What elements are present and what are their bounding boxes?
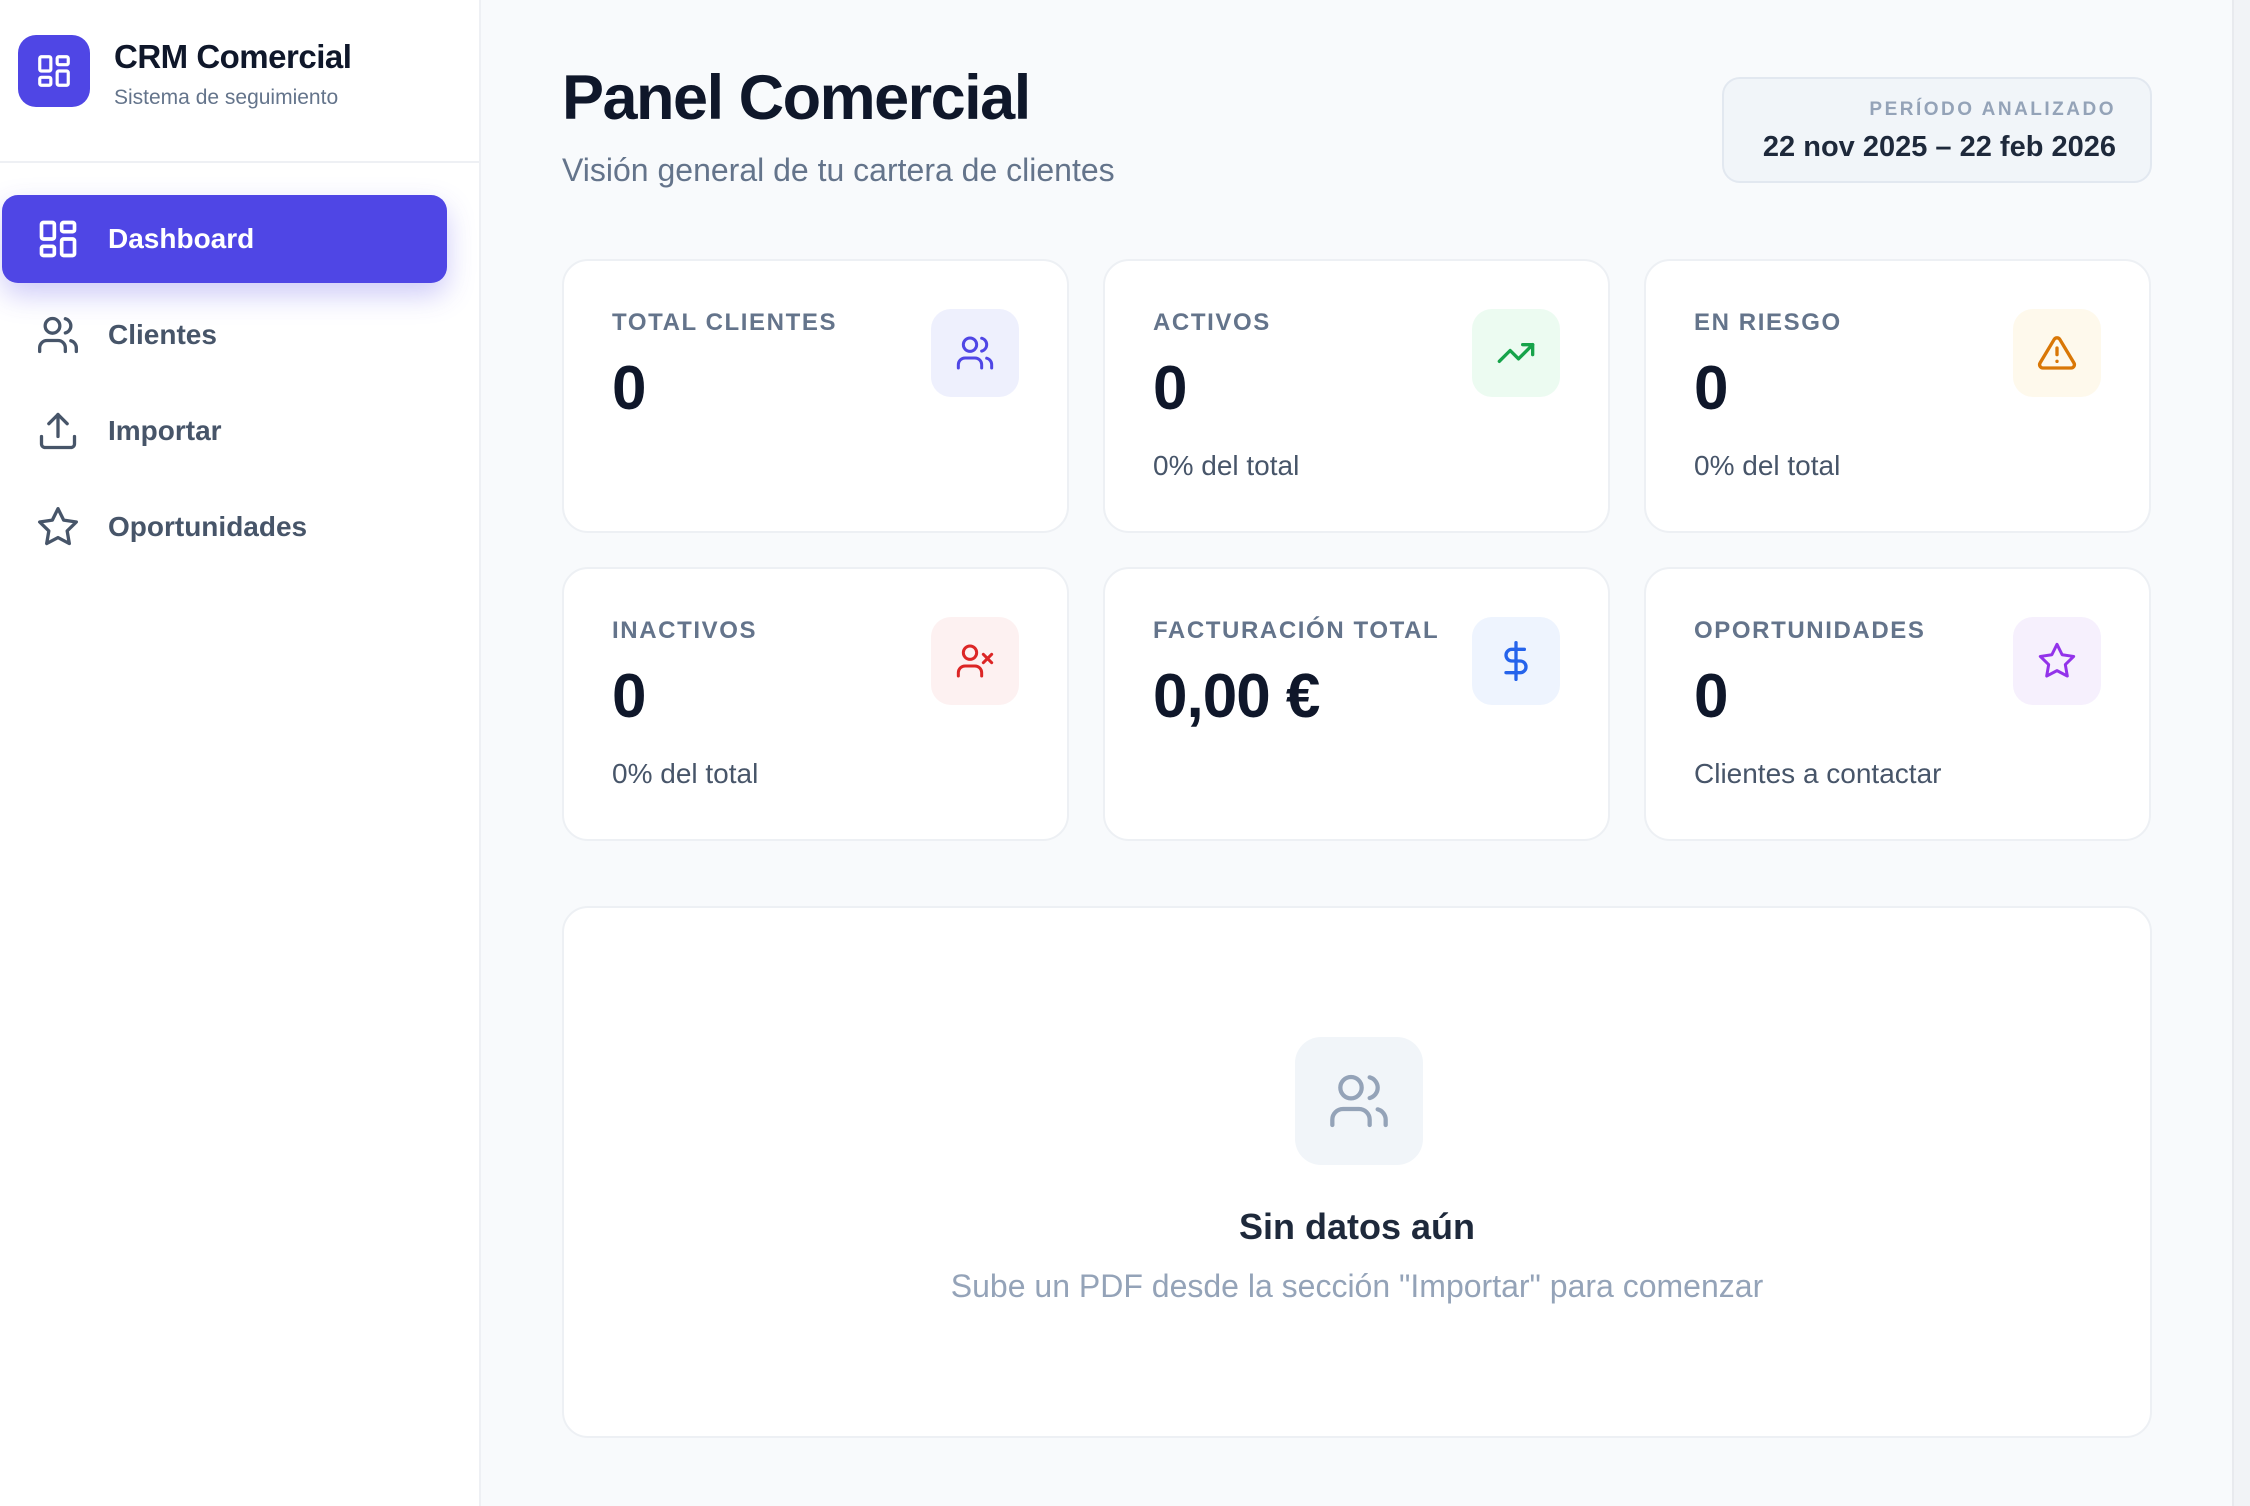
period-label: PERÍODO ANALIZADO	[1869, 99, 2116, 120]
dollar-icon	[1472, 617, 1560, 705]
page-title: Panel Comercial	[562, 63, 1031, 133]
empty-state-title: Sin datos aún	[1238, 1206, 1476, 1247]
sidebar-item-label: Oportunidades	[108, 511, 308, 542]
sidebar-item-label: Dashboard	[108, 223, 255, 254]
brand: CRM Comercial Sistema de seguimiento	[0, 0, 479, 163]
trending-up-icon	[1472, 309, 1560, 397]
users-icon	[36, 313, 80, 357]
users-icon	[1295, 1037, 1423, 1165]
brand-subtitle: Sistema de seguimiento	[114, 85, 339, 109]
users-icon	[931, 309, 1019, 397]
stat-card-oportunidades: OPORTUNIDADES 0 Clientes a contactar	[1644, 567, 2151, 841]
app: CRM Comercial Sistema de seguimiento Das…	[0, 0, 2250, 1506]
brand-text: CRM Comercial Sistema de seguimiento	[114, 37, 352, 110]
stat-card-total-clientes: TOTAL CLIENTES 0	[562, 259, 1069, 533]
sidebar-item-label: Clientes	[108, 319, 217, 350]
sidebar-item-importar[interactable]: Importar	[2, 387, 447, 475]
sidebar-item-oportunidades[interactable]: Oportunidades	[2, 483, 447, 571]
star-icon	[2013, 617, 2101, 705]
period-value: 22 nov 2025 – 22 feb 2026	[1762, 131, 2116, 163]
scrollbar[interactable]	[2232, 0, 2250, 1506]
user-x-icon	[931, 617, 1019, 705]
card-subtext: 0% del total	[1694, 450, 1841, 481]
period-badge: PERÍODO ANALIZADO 22 nov 2025 – 22 feb 2…	[1722, 77, 2152, 183]
upload-icon	[36, 409, 80, 453]
sidebar-item-dashboard[interactable]: Dashboard	[2, 195, 447, 283]
sidebar-item-label: Importar	[108, 415, 222, 446]
stat-card-facturacion: FACTURACIÓN TOTAL 0,00 €	[1103, 567, 1610, 841]
brand-title: CRM Comercial	[114, 37, 352, 75]
stat-card-inactivos: INACTIVOS 0 0% del total	[562, 567, 1069, 841]
brand-logo-icon	[18, 34, 90, 107]
card-subtext: Clientes a contactar	[1694, 758, 1942, 789]
empty-state-subtitle: Sube un PDF desde la sección "Importar" …	[950, 1268, 1764, 1304]
sidebar: CRM Comercial Sistema de seguimiento Das…	[0, 0, 481, 1506]
empty-state: Sin datos aún Sube un PDF desde la secci…	[562, 906, 2152, 1438]
page-subtitle: Visión general de tu cartera de clientes	[562, 152, 1115, 188]
card-subtext: 0% del total	[612, 758, 759, 789]
dashboard-icon	[36, 217, 80, 261]
page-header: Panel Comercial Visión general de tu car…	[562, 62, 1115, 189]
sidebar-item-clientes[interactable]: Clientes	[2, 291, 447, 379]
stat-card-en-riesgo: EN RIESGO 0 0% del total	[1644, 259, 2151, 533]
star-icon	[36, 505, 80, 549]
warning-icon	[2013, 309, 2101, 397]
stat-card-activos: ACTIVOS 0 0% del total	[1103, 259, 1610, 533]
card-subtext: 0% del total	[1153, 450, 1300, 481]
sidebar-nav: Dashboard Clientes Importar Oportunidade…	[0, 163, 479, 571]
main-content: Panel Comercial Visión general de tu car…	[481, 0, 2250, 1506]
